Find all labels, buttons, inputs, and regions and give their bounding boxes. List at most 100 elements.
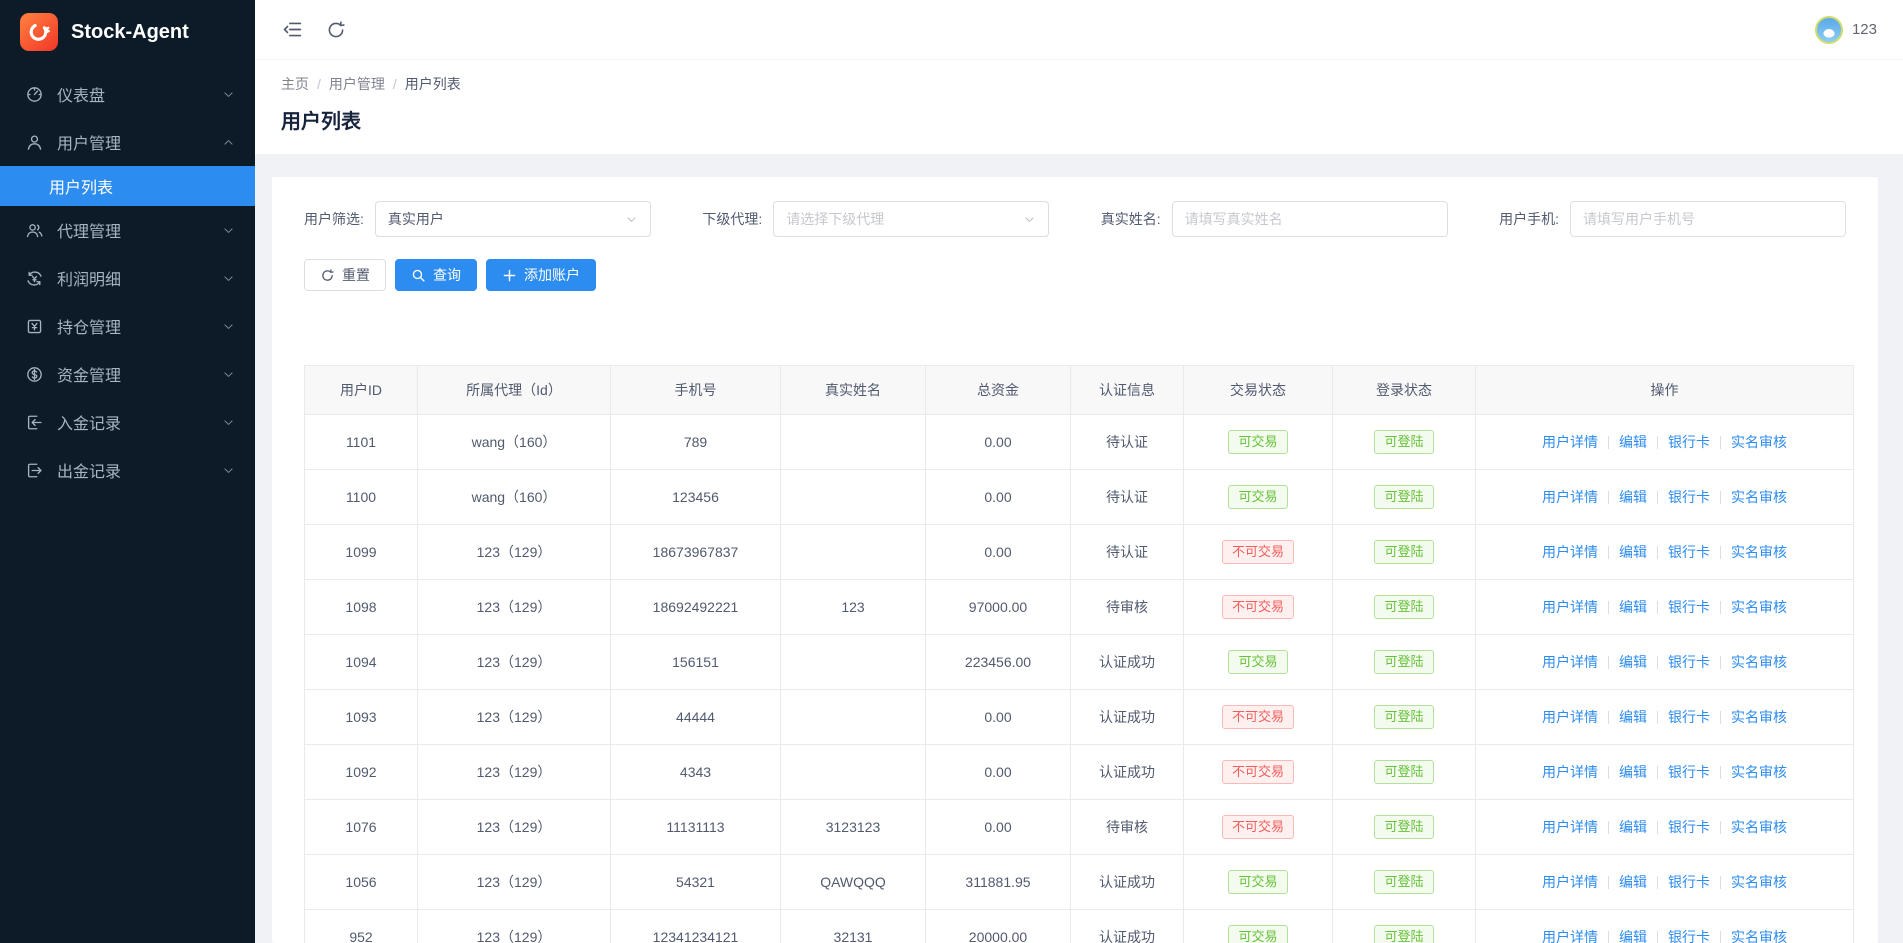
cell-trade-status: 可交易 (1183, 909, 1333, 943)
bank-card-link[interactable]: 银行卡 (1668, 544, 1710, 560)
user-table: 用户ID 所属代理（Id） 手机号 真实姓名 总资金 认证信息 交易状态 登录状态 操作 110… (304, 365, 1854, 943)
login-status-badge: 可登陆 (1374, 649, 1434, 675)
user-phone-input[interactable] (1569, 201, 1846, 237)
bank-card-link[interactable]: 银行卡 (1668, 874, 1710, 890)
cell-auth-status: 待审核 (1070, 579, 1184, 635)
column-header: 交易状态 (1183, 365, 1333, 415)
edit-link[interactable]: 编辑 (1619, 654, 1647, 670)
bank-card-link[interactable]: 银行卡 (1668, 654, 1710, 670)
sidebar-menu: 仪表盘 用户管理 用户列表代理管理利润明细持仓管理资金管理 入金记录 出金记录 (0, 70, 255, 494)
cell-total-funds: 0.00 (925, 744, 1071, 800)
action-divider (1720, 491, 1721, 504)
login-status-badge: 可登陆 (1374, 924, 1434, 943)
trade-status-badge: 不可交易 (1221, 594, 1294, 620)
sidebar-item-position-management[interactable]: 持仓管理 (0, 302, 255, 350)
edit-link[interactable]: 编辑 (1619, 544, 1647, 560)
edit-link[interactable]: 编辑 (1619, 764, 1647, 780)
refresh-icon[interactable] (325, 19, 347, 41)
cell-total-funds: 311881.95 (925, 854, 1071, 910)
real-name-audit-link[interactable]: 实名审核 (1731, 764, 1787, 780)
user-detail-link[interactable]: 用户详情 (1542, 599, 1598, 615)
user-filter-select[interactable]: 真实用户 (374, 201, 651, 237)
user-detail-link[interactable]: 用户详情 (1542, 489, 1598, 505)
edit-link[interactable]: 编辑 (1619, 874, 1647, 890)
action-divider (1720, 876, 1721, 889)
cell-agent: 123（129） (417, 689, 611, 745)
user-detail-link[interactable]: 用户详情 (1542, 654, 1598, 670)
real-name-audit-link[interactable]: 实名审核 (1731, 819, 1787, 835)
collapse-menu-icon[interactable] (281, 19, 303, 41)
login-status-badge: 可登陆 (1374, 814, 1434, 840)
edit-link[interactable]: 编辑 (1619, 434, 1647, 450)
real-name-audit-link[interactable]: 实名审核 (1731, 599, 1787, 615)
table-row: 1101 wang（160） 789 0.00 待认证 可交易 可登陆 用户详情 编辑 银行卡 实名… (304, 414, 1854, 470)
user-detail-link[interactable]: 用户详情 (1542, 544, 1598, 560)
cell-login-status: 可登陆 (1332, 414, 1476, 470)
sidebar-item-funds-management[interactable]: 资金管理 (0, 350, 255, 398)
real-name-audit-link[interactable]: 实名审核 (1731, 709, 1787, 725)
real-name-audit-link[interactable]: 实名审核 (1731, 874, 1787, 890)
cell-phone: 11131113 (610, 799, 781, 855)
real-name-input[interactable] (1171, 201, 1448, 237)
cell-phone: 156151 (610, 634, 781, 690)
bank-card-link[interactable]: 银行卡 (1668, 489, 1710, 505)
real-name-audit-link[interactable]: 实名审核 (1731, 489, 1787, 505)
add-account-button[interactable]: 添加账户 (486, 259, 596, 291)
action-divider (1720, 656, 1721, 669)
cell-login-status: 可登陆 (1332, 524, 1476, 580)
sidebar-item-label: 持仓管理 (57, 320, 122, 337)
sidebar-item-deposit-records[interactable]: 入金记录 (0, 398, 255, 446)
sidebar-item-dashboard[interactable]: 仪表盘 (0, 70, 255, 118)
breadcrumb-item-1[interactable]: 主页 (281, 74, 309, 94)
real-name-audit-link[interactable]: 实名审核 (1731, 929, 1787, 943)
button-row: 重置 查询 添加账户 (304, 259, 1846, 291)
search-button[interactable]: 查询 (395, 259, 477, 291)
real-name-audit-link[interactable]: 实名审核 (1731, 434, 1787, 450)
user-detail-link[interactable]: 用户详情 (1542, 874, 1598, 890)
user-detail-link[interactable]: 用户详情 (1542, 819, 1598, 835)
cell-actions: 用户详情 编辑 银行卡 实名审核 (1475, 799, 1854, 855)
user-detail-link[interactable]: 用户详情 (1542, 434, 1598, 450)
bank-card-link[interactable]: 银行卡 (1668, 599, 1710, 615)
sidebar-item-label: 代理管理 (57, 224, 122, 241)
breadcrumb-item-2[interactable]: 用户管理 (329, 74, 385, 94)
filter-label: 真实姓名: (1100, 211, 1161, 227)
real-name-audit-link[interactable]: 实名审核 (1731, 654, 1787, 670)
trade-status-badge: 可交易 (1228, 869, 1288, 895)
cell-total-funds: 0.00 (925, 689, 1071, 745)
sidebar-item-withdraw-records[interactable]: 出金记录 (0, 446, 255, 494)
bank-card-link[interactable]: 银行卡 (1668, 819, 1710, 835)
action-divider (1608, 601, 1609, 614)
bank-card-link[interactable]: 银行卡 (1668, 709, 1710, 725)
avatar[interactable] (1814, 15, 1843, 44)
sidebar-item-profit-detail[interactable]: 利润明细 (0, 254, 255, 302)
column-header: 登录状态 (1332, 365, 1476, 415)
edit-link[interactable]: 编辑 (1619, 489, 1647, 505)
bank-card-link[interactable]: 银行卡 (1668, 434, 1710, 450)
sidebar-item-agent-management[interactable]: 代理管理 (0, 206, 255, 254)
reset-button[interactable]: 重置 (304, 259, 386, 291)
bank-card-link[interactable]: 银行卡 (1668, 929, 1710, 943)
action-divider (1608, 711, 1609, 724)
app-logo-icon (20, 13, 58, 51)
cell-auth-status: 待审核 (1070, 799, 1184, 855)
sidebar-subitem-user-list[interactable]: 用户列表 (0, 166, 255, 206)
edit-link[interactable]: 编辑 (1619, 819, 1647, 835)
edit-link[interactable]: 编辑 (1619, 709, 1647, 725)
edit-link[interactable]: 编辑 (1619, 599, 1647, 615)
sidebar-item-user-management[interactable]: 用户管理 (0, 118, 255, 166)
sub-agent-select[interactable]: 请选择下级代理 (773, 201, 1050, 237)
edit-link[interactable]: 编辑 (1619, 929, 1647, 943)
withdraw-icon (24, 460, 44, 480)
trade-status-badge: 可交易 (1228, 924, 1288, 943)
user-detail-link[interactable]: 用户详情 (1542, 709, 1598, 725)
real-name-audit-link[interactable]: 实名审核 (1731, 544, 1787, 560)
user-detail-link[interactable]: 用户详情 (1542, 929, 1598, 943)
column-header: 操作 (1475, 365, 1854, 415)
trade-status-badge: 可交易 (1228, 429, 1288, 455)
user-detail-link[interactable]: 用户详情 (1542, 764, 1598, 780)
profit-icon (24, 268, 44, 288)
action-divider (1720, 436, 1721, 449)
cell-trade-status: 可交易 (1183, 854, 1333, 910)
bank-card-link[interactable]: 银行卡 (1668, 764, 1710, 780)
